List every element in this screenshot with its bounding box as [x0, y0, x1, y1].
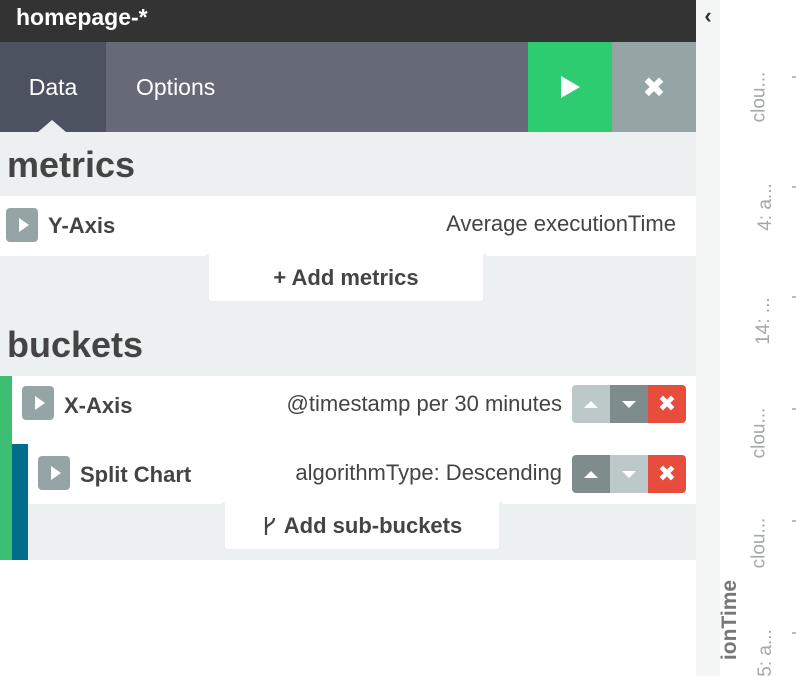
axis-tick: [792, 76, 796, 78]
editor-body: metrics Y-Axis Average executionTime + A…: [0, 132, 696, 676]
collapse-strip: [696, 0, 720, 676]
close-icon: ✖: [657, 391, 677, 416]
caret-right-icon: [50, 466, 61, 480]
x-axis-description: @timestamp per 30 minutes: [286, 391, 562, 416]
chart-preview-panel: ‹ clou... 4: a... 14: ... clou... clou..…: [696, 0, 796, 677]
axis-tick: [792, 408, 796, 410]
index-pattern-title: homepage-*: [0, 0, 696, 42]
tab-options[interactable]: Options: [136, 42, 215, 132]
chart-label-5: clou...: [748, 517, 770, 569]
split-chart-label: Split Chart: [80, 462, 192, 487]
y-axis-description: Average executionTime: [446, 211, 676, 236]
x-axis-move-up-button[interactable]: [572, 385, 610, 423]
axis-tick: [792, 296, 796, 298]
buckets-title: buckets: [7, 324, 144, 365]
play-icon: [561, 76, 580, 98]
fork-icon: [264, 516, 275, 535]
x-axis-label: X-Axis: [64, 393, 133, 418]
chart-label-1: clou...: [748, 71, 770, 123]
sidebar-tabs: Data Options ✖: [0, 42, 696, 132]
add-sub-buckets-button[interactable]: Add sub-buckets: [222, 502, 502, 552]
axis-tick: [792, 520, 796, 522]
split-chart-move-up-button[interactable]: [572, 455, 610, 493]
y-axis-toggle-button[interactable]: [6, 208, 38, 242]
discard-changes-button[interactable]: ✖: [612, 42, 696, 132]
buckets-header: buckets: [0, 312, 696, 376]
close-icon: ✖: [642, 71, 666, 103]
add-metrics-label: + Add metrics: [273, 264, 419, 290]
split-chart-move-down-button[interactable]: [610, 455, 648, 493]
x-axis-move-down-button[interactable]: [610, 385, 648, 423]
bucket-agg-split-chart: Split Chart algorithmType: Descending ✖: [28, 444, 696, 504]
x-axis-remove-button[interactable]: ✖: [648, 385, 686, 423]
split-chart-color-bar: [12, 444, 28, 560]
y-axis-label: Y-Axis: [48, 213, 116, 238]
caret-up-icon: [584, 470, 598, 478]
chart-label-6: 5: a...: [754, 629, 776, 677]
x-axis-toggle-button[interactable]: [22, 386, 54, 420]
bucket-agg-x-axis: X-Axis @timestamp per 30 minutes ✖: [12, 376, 696, 444]
caret-right-icon: [18, 218, 29, 232]
apply-changes-button[interactable]: [528, 42, 612, 132]
chart-axis-title: ionTime: [718, 579, 742, 661]
collapse-sidebar-button[interactable]: ‹: [696, 0, 720, 32]
editor-sidebar: homepage-* Data Options ✖ metrics Y-Axis…: [0, 0, 696, 676]
metrics-header: metrics: [0, 132, 696, 196]
split-chart-remove-button[interactable]: ✖: [648, 455, 686, 493]
x-axis-controls: ✖: [572, 385, 686, 423]
close-icon: ✖: [657, 461, 677, 486]
metrics-title: metrics: [7, 144, 136, 185]
add-sub-buckets-label: Add sub-buckets: [283, 512, 463, 538]
caret-down-icon: [622, 400, 636, 408]
add-metrics-button[interactable]: + Add metrics: [206, 254, 486, 304]
caret-up-icon: [584, 400, 598, 408]
chevron-left-icon: ‹: [704, 3, 712, 28]
split-chart-toggle-button[interactable]: [38, 456, 70, 490]
chart-label-3: 14: ...: [752, 297, 774, 345]
caret-down-icon: [622, 470, 636, 478]
axis-tick: [792, 632, 796, 634]
chart-label-4: clou...: [748, 407, 770, 459]
x-axis-color-bar: [0, 376, 12, 560]
axis-tick: [792, 186, 796, 188]
split-chart-controls: ✖: [572, 455, 686, 493]
split-chart-description: algorithmType: Descending: [295, 460, 562, 485]
chart-label-2: 4: a...: [754, 183, 776, 231]
caret-right-icon: [34, 396, 45, 410]
tab-data[interactable]: Data: [0, 42, 106, 132]
